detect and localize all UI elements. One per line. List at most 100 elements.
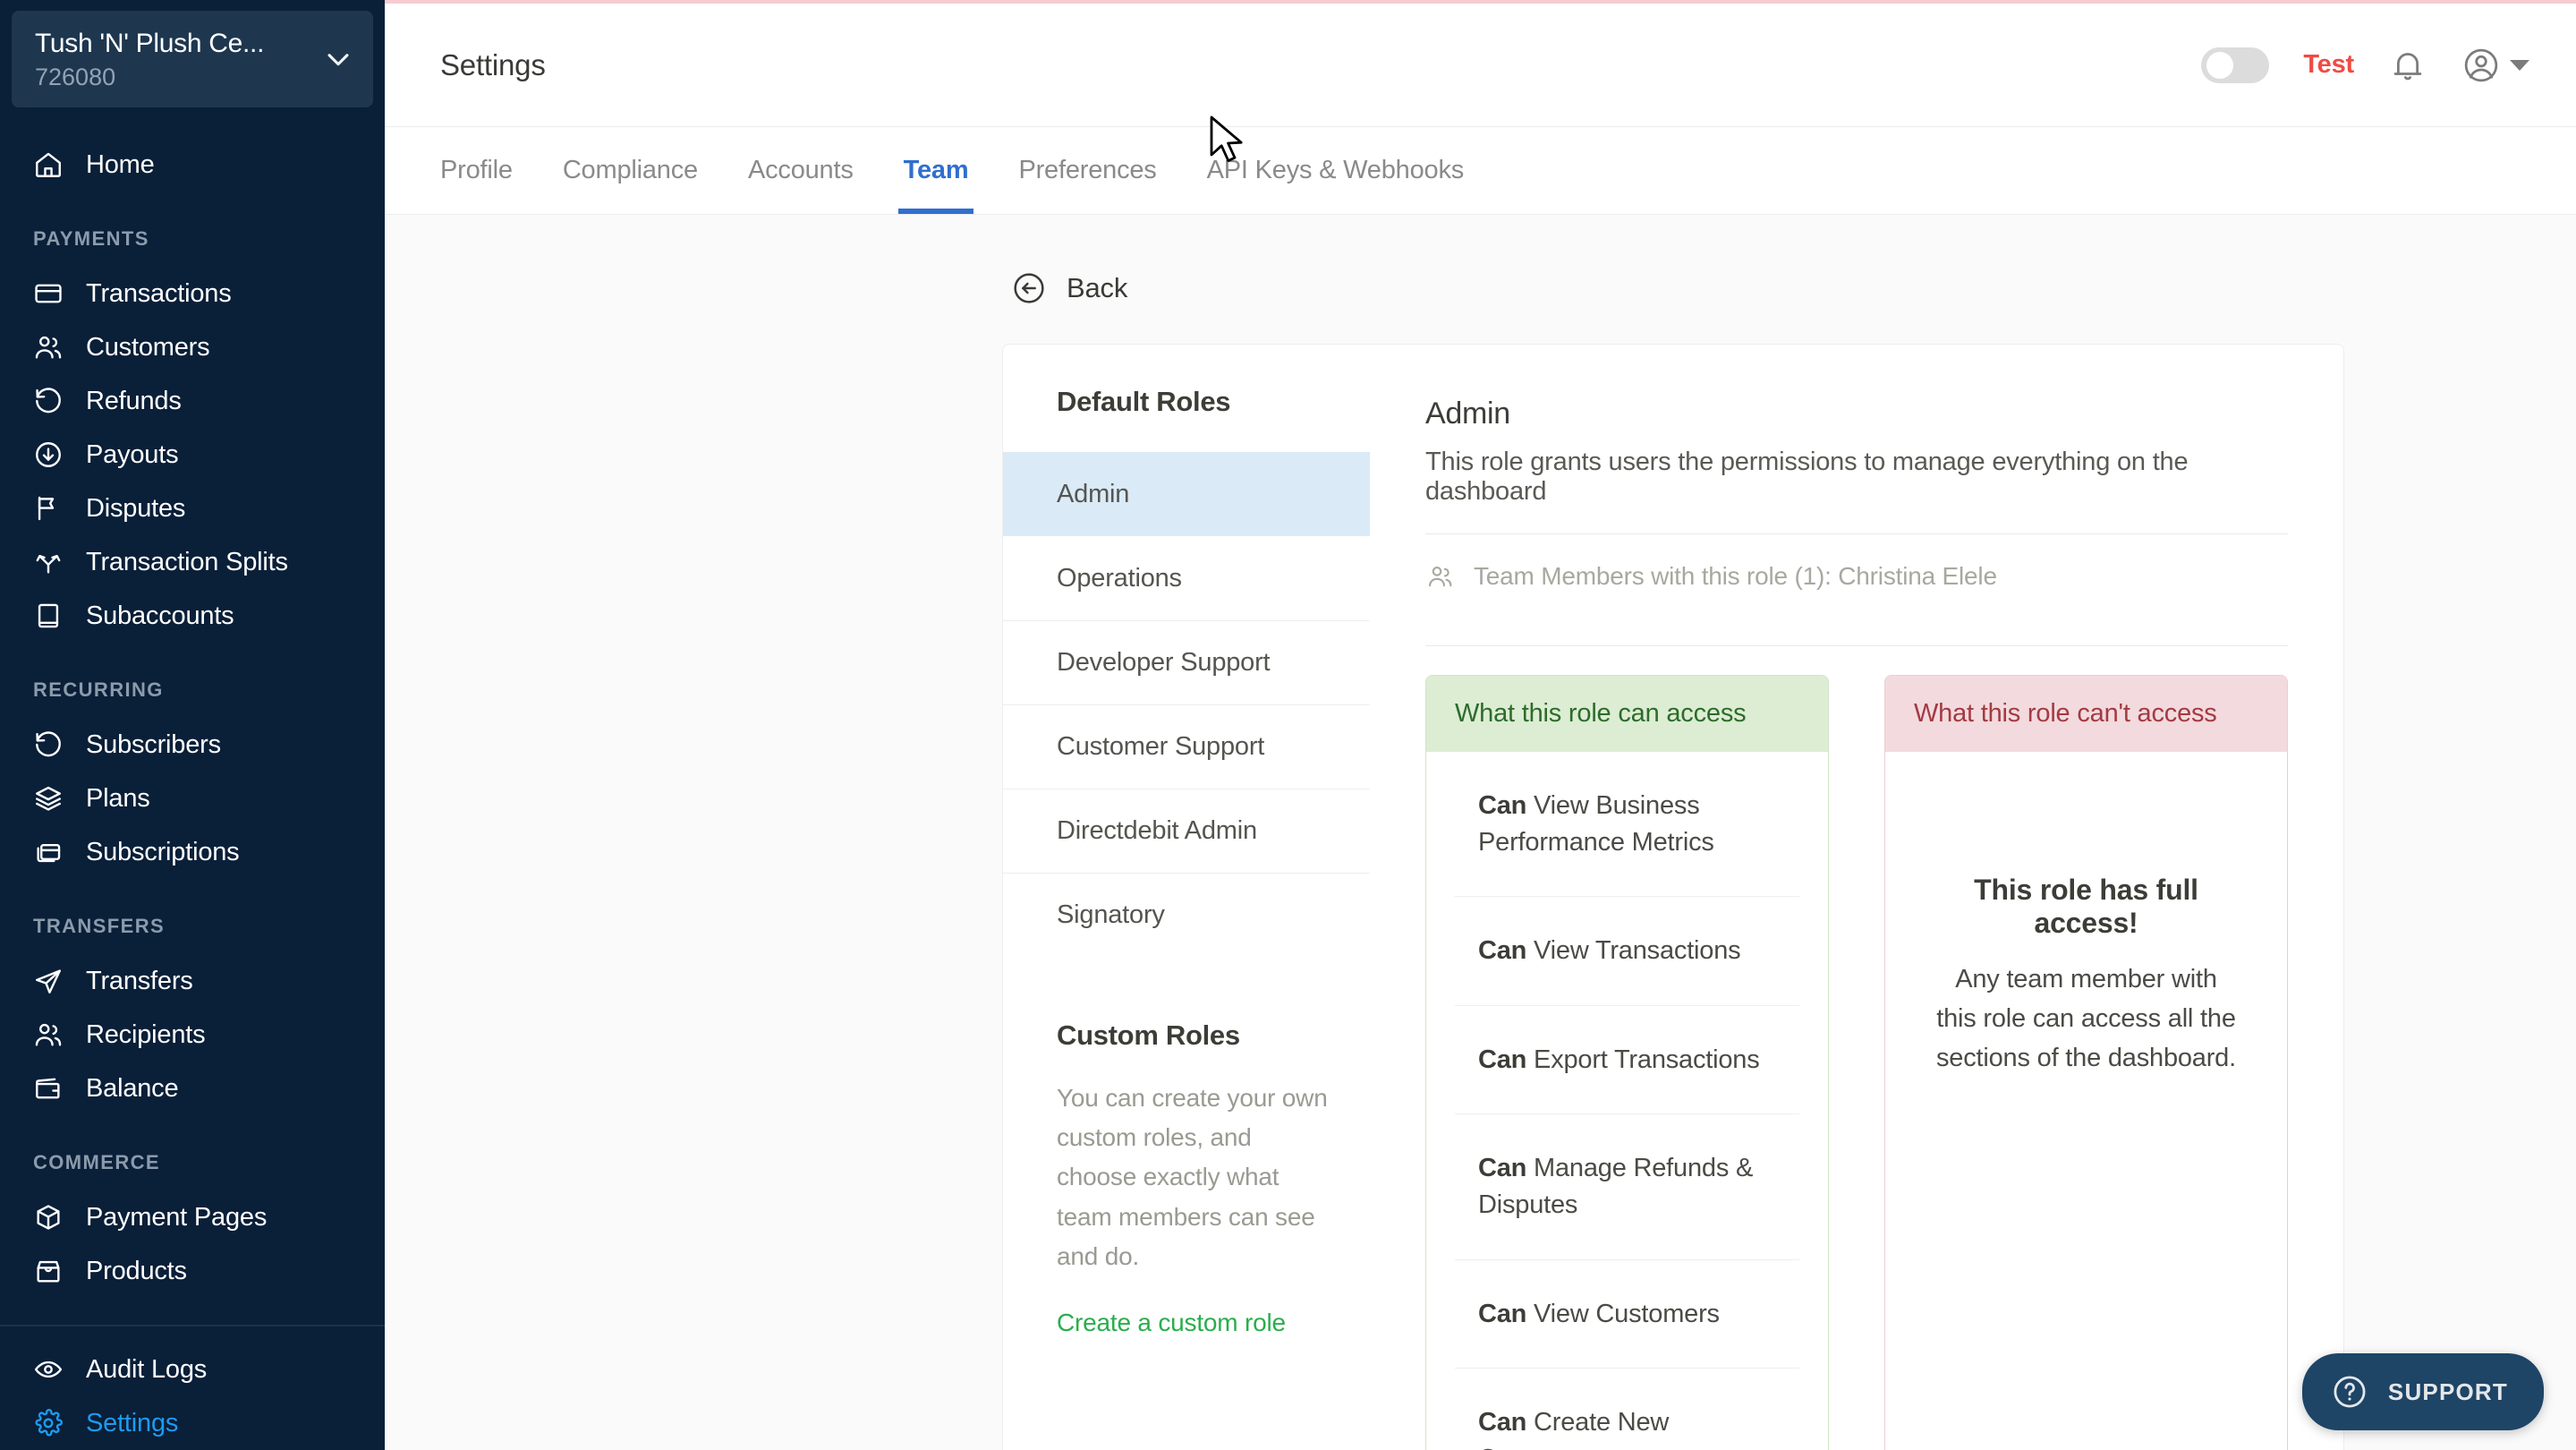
sidebar-item-transfers[interactable]: Transfers	[0, 954, 385, 1008]
sidebar-item-label: Transaction Splits	[86, 547, 288, 576]
tab-api-keys-webhooks[interactable]: API Keys & Webhooks	[1182, 127, 1489, 214]
permissions-denied-empty-state: This role has full access! Any team memb…	[1885, 752, 2287, 1199]
wallet-icon	[36, 1078, 60, 1099]
team-members-row: Team Members with this role (1): Christi…	[1425, 534, 2288, 618]
sidebar-item-subscribers[interactable]: Subscribers	[0, 718, 385, 772]
tab-compliance[interactable]: Compliance	[538, 127, 723, 214]
sidebar-item-label: Refunds	[86, 386, 182, 415]
user-circle-icon[interactable]	[2461, 46, 2501, 85]
sidebar-item-balance[interactable]: Balance	[0, 1062, 385, 1115]
tab-accounts[interactable]: Accounts	[723, 127, 879, 214]
permission-item: Can Manage Refunds & Disputes	[1455, 1113, 1799, 1258]
sidebar-item-transaction-splits[interactable]: Transaction Splits	[0, 535, 385, 589]
default-roles-heading: Default Roles	[1057, 386, 1231, 417]
sidebar-group-recurring: RECURRING	[33, 678, 164, 701]
sidebar-item-label: Transfers	[86, 966, 193, 995]
role-detail-pane: Admin This role grants users the permiss…	[1370, 345, 2343, 1450]
permission-prefix: Can	[1478, 1154, 1527, 1183]
users-icon	[35, 1023, 62, 1046]
team-members-text: Team Members with this role (1): Christi…	[1474, 562, 1997, 590]
sidebar-item-customers[interactable]: Customers	[0, 320, 385, 374]
test-mode-label: Test	[2303, 50, 2354, 79]
permission-prefix: Can	[1478, 791, 1527, 820]
back-button[interactable]: Back	[385, 215, 2576, 344]
sidebar-item-label: Audit Logs	[86, 1354, 208, 1384]
permission-text: Export Transactions	[1534, 1045, 1760, 1074]
sidebar-item-recipients[interactable]: Recipients	[0, 1008, 385, 1062]
sidebar-item-refunds[interactable]: Refunds	[0, 374, 385, 428]
refund-arrow-icon	[36, 731, 61, 757]
sidebar-item-payouts[interactable]: Payouts	[0, 428, 385, 482]
support-label: SUPPORT	[2387, 1378, 2508, 1405]
page-title: Settings	[440, 47, 546, 81]
sidebar-item-label: Subscribers	[86, 729, 221, 759]
main-area: Settings Test Profile Compliance Account…	[385, 0, 2576, 1450]
permission-text: View Transactions	[1534, 936, 1741, 966]
org-id: 726080	[35, 64, 116, 91]
arrow-left-circle-icon	[1014, 273, 1044, 303]
sidebar-item-subaccounts[interactable]: Subaccounts	[0, 589, 385, 643]
sidebar-item-home[interactable]: Home	[0, 138, 385, 192]
permissions-allowed-card: What this role can access Can View Busin…	[1425, 675, 1829, 1450]
settings-tabs: Profile Compliance Accounts Team Prefere…	[385, 127, 2576, 215]
sidebar-item-plans[interactable]: Plans	[0, 772, 385, 825]
role-item-operations[interactable]: Operations	[1003, 536, 1370, 620]
sidebar-item-label: Settings	[86, 1408, 179, 1437]
flag-icon	[38, 496, 55, 521]
support-button[interactable]: SUPPORT	[2301, 1353, 2544, 1430]
eye-icon	[34, 1360, 63, 1378]
sidebar-item-products[interactable]: Products	[0, 1244, 385, 1298]
storefront-icon	[37, 1260, 60, 1283]
app-root: Tush 'N' Plush Ce... 726080 Home PAYMENT…	[0, 0, 2576, 1450]
account-menu[interactable]	[2461, 46, 2529, 85]
role-item-signatory[interactable]: Signatory	[1003, 873, 1370, 957]
sidebar-item-audit-logs[interactable]: Audit Logs	[0, 1343, 385, 1396]
permission-text: View Customers	[1534, 1299, 1720, 1328]
sidebar-group-payments: PAYMENTS	[33, 227, 149, 250]
sidebar-item-label: Home	[86, 149, 155, 179]
permission-item: Can View Customers	[1455, 1258, 1799, 1369]
sidebar-bottom-section: Audit Logs Settings	[0, 1325, 385, 1450]
sidebar-item-label: Recipients	[86, 1019, 206, 1049]
chevron-down-icon[interactable]	[323, 44, 353, 74]
tab-profile[interactable]: Profile	[440, 127, 538, 214]
sidebar-item-label: Payment Pages	[86, 1202, 268, 1232]
custom-roles-heading: Custom Roles	[1057, 1019, 1240, 1051]
sidebar: Tush 'N' Plush Ce... 726080 Home PAYMENT…	[0, 0, 385, 1450]
users-icon	[35, 336, 62, 359]
toggle-knob	[2206, 51, 2234, 79]
refund-arrow-icon	[36, 388, 61, 414]
sidebar-item-payment-pages[interactable]: Payment Pages	[0, 1190, 385, 1244]
create-custom-role-link[interactable]: Create a custom role	[1057, 1309, 1286, 1337]
caret-down-icon[interactable]	[2510, 59, 2529, 71]
layers-icon	[36, 786, 61, 811]
top-bar: Settings Test	[385, 4, 2576, 127]
sidebar-item-transactions[interactable]: Transactions	[0, 267, 385, 320]
credit-card-icon	[35, 284, 62, 303]
role-item-directdebit-admin[interactable]: Directdebit Admin	[1003, 789, 1370, 873]
permissions-denied-card: What this role can't access This role ha…	[1884, 675, 2288, 1450]
split-branch-icon	[36, 554, 61, 574]
tab-preferences[interactable]: Preferences	[993, 127, 1181, 214]
org-switcher[interactable]: Tush 'N' Plush Ce... 726080	[12, 11, 373, 107]
sidebar-item-label: Subaccounts	[86, 601, 234, 630]
permissions-allowed-header: What this role can access	[1426, 676, 1828, 752]
tab-team[interactable]: Team	[879, 127, 994, 214]
role-item-customer-support[interactable]: Customer Support	[1003, 704, 1370, 789]
sidebar-item-label: Disputes	[86, 493, 186, 523]
custom-roles-description: You can create your own custom roles, an…	[1057, 1084, 1328, 1270]
permission-prefix: Can	[1478, 1045, 1527, 1074]
test-mode-toggle[interactable]	[2201, 47, 2270, 83]
bell-icon[interactable]	[2388, 46, 2427, 85]
permission-item: Can Export Transactions	[1455, 1004, 1799, 1114]
sidebar-item-disputes[interactable]: Disputes	[0, 482, 385, 535]
question-circle-icon	[2334, 1376, 2366, 1408]
role-item-developer-support[interactable]: Developer Support	[1003, 620, 1370, 704]
sidebar-item-subscriptions[interactable]: Subscriptions	[0, 825, 385, 879]
sidebar-item-label: Transactions	[86, 278, 232, 308]
sidebar-item-settings[interactable]: Settings	[0, 1396, 385, 1450]
sidebar-item-label: Plans	[86, 783, 150, 813]
role-item-admin[interactable]: Admin	[1003, 452, 1370, 536]
role-detail-title: Admin	[1425, 397, 1510, 431]
permissions-grid: What this role can access Can View Busin…	[1425, 675, 2288, 1450]
